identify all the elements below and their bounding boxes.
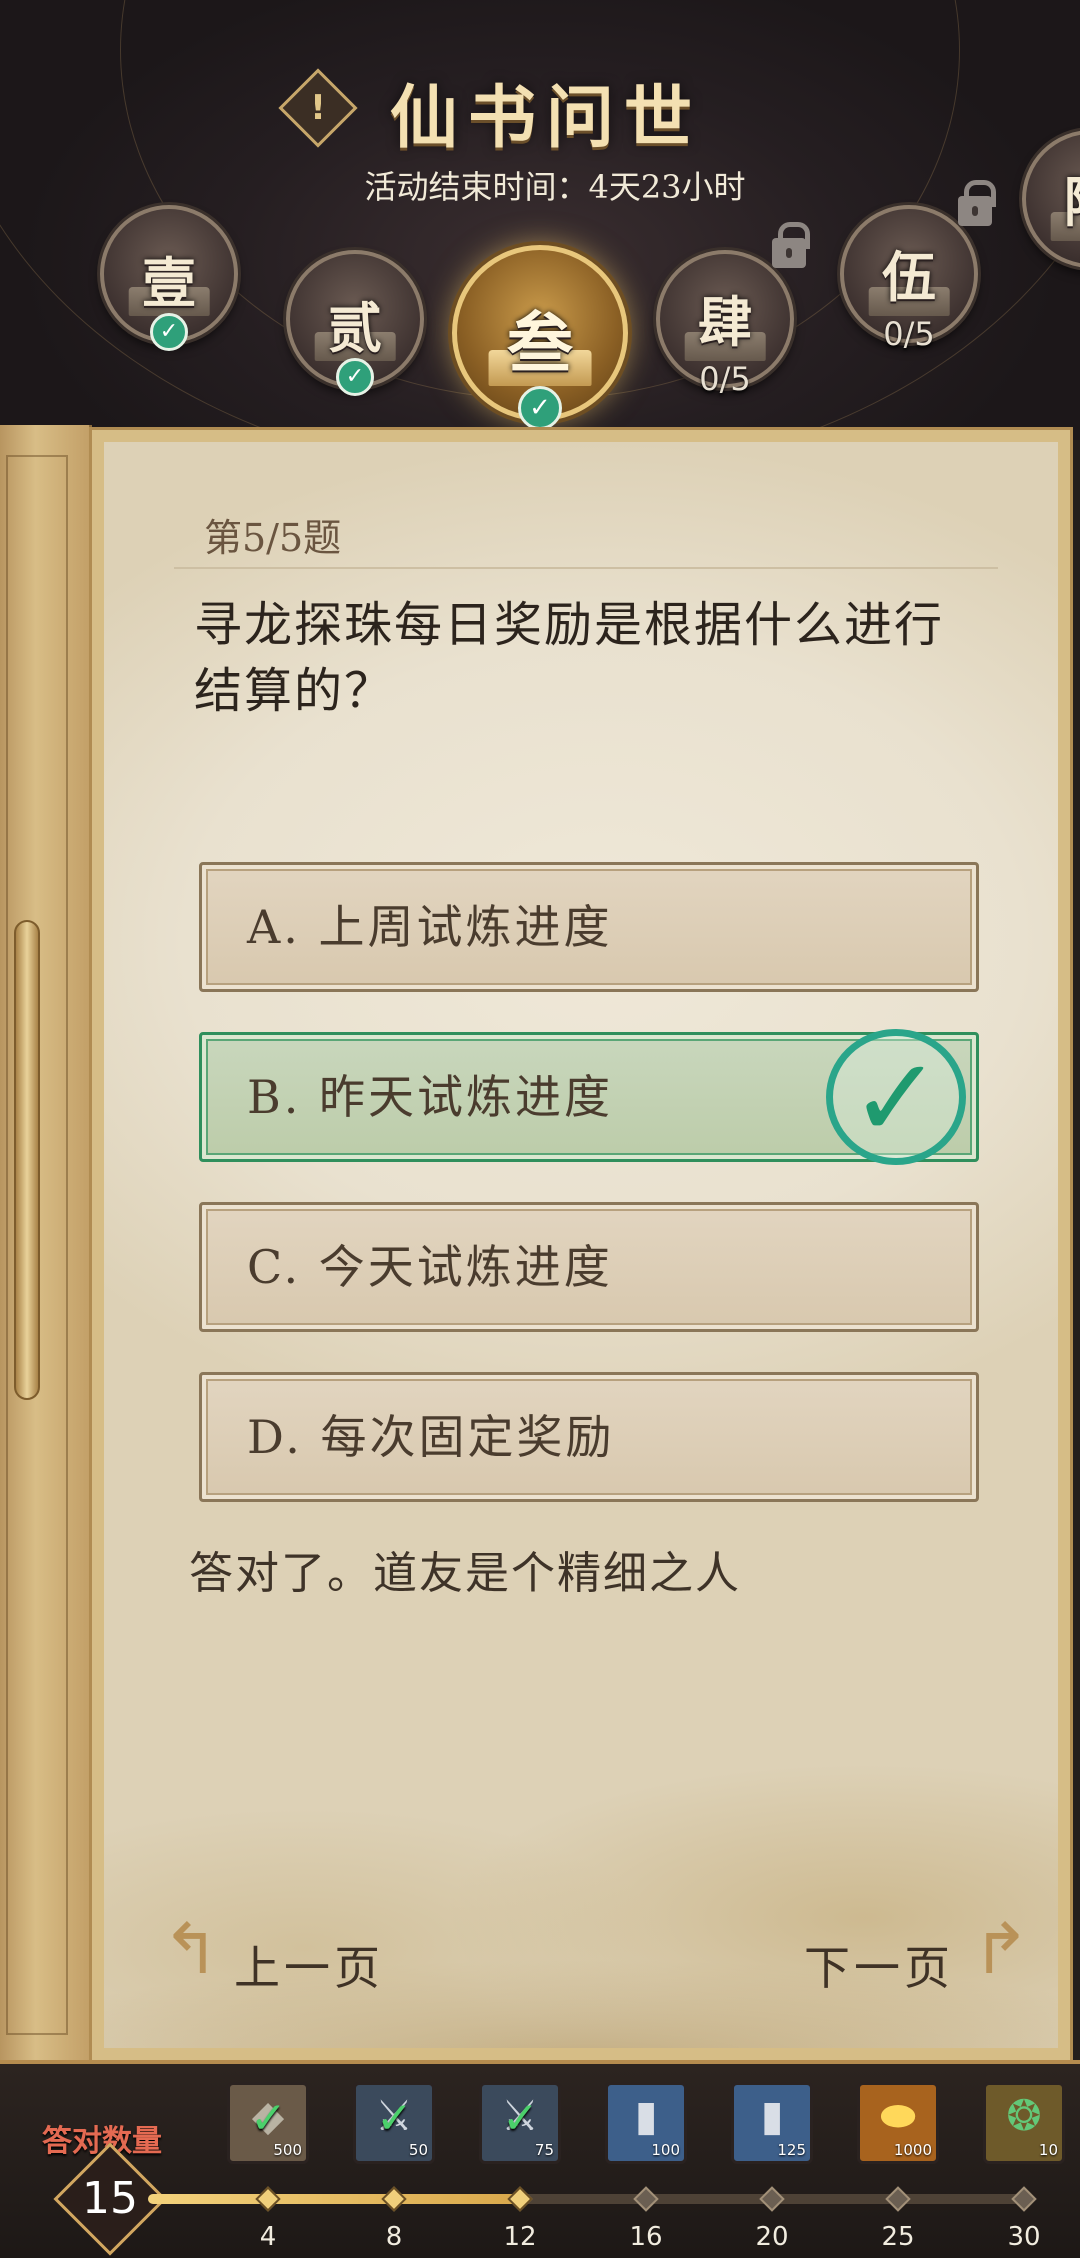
jade-dragon-icon: ❂ — [1006, 2091, 1042, 2140]
milestone-marker — [759, 2186, 785, 2212]
milestone-marker — [507, 2186, 533, 2212]
option-label: C. 今天试炼进度 — [247, 1240, 613, 1294]
reward-quantity: 1000 — [893, 2141, 932, 2159]
reward-item[interactable]: ◆ ✓ 500 — [227, 2082, 309, 2164]
lock-icon — [958, 180, 996, 226]
chapter-glyph: 肆 — [698, 290, 752, 354]
claimed-check-icon: ✓ — [376, 2093, 413, 2144]
milestone-marker — [885, 2186, 911, 2212]
reward-item[interactable]: ⚔ ✓ 50 — [353, 2082, 435, 2164]
reward-quantity: 50 — [408, 2141, 428, 2159]
chapter-glyph: 陆 — [1026, 158, 1080, 237]
option-d-button[interactable]: D. 每次固定奖励 — [199, 1372, 979, 1502]
option-a-button[interactable]: A. 上周试炼进度 — [199, 862, 979, 992]
chapter-3-button[interactable]: 叁 ✓ — [452, 245, 628, 430]
chapter-progress: 0 — [1026, 240, 1080, 278]
reward-progress-bar: 答对数量 15 4 8 12 16 20 25 30 ◆ ✓ 500 ⚔ ✓ 50 ⚔ ✓ 75 ▮ 100 ▮ 1… — [0, 2060, 1080, 2258]
claimed-check-icon: ✓ — [502, 2093, 539, 2144]
milestone-marker — [381, 2186, 407, 2212]
milestone-marker — [633, 2186, 659, 2212]
reward-item[interactable]: ⬬ 1000 — [857, 2082, 939, 2164]
reward-item[interactable]: ❂ 10 — [983, 2082, 1065, 2164]
check-icon: ✓ — [336, 358, 374, 396]
chapter-glyph: 壹 — [142, 251, 196, 315]
chapter-glyph: 叁 — [507, 304, 573, 382]
next-arrow-icon[interactable]: ↱ — [964, 1912, 1038, 1986]
chapter-progress: 0/5 — [883, 315, 935, 353]
reward-quantity: 75 — [534, 2141, 554, 2159]
chapter-1-button[interactable]: 壹 ✓ — [100, 205, 238, 351]
correct-check-icon: ✓ — [826, 1029, 966, 1165]
milestone-number: 20 — [755, 2222, 789, 2252]
event-timer: 活动结束时间：4天23小时 — [364, 168, 746, 206]
chapter-progress: 0/5 — [699, 360, 751, 398]
scroll-rail — [0, 425, 92, 2060]
divider — [174, 567, 998, 569]
option-label: A. 上周试炼进度 — [247, 900, 613, 954]
reward-quantity: 10 — [1038, 2141, 1058, 2159]
milestone-number: 30 — [1007, 2222, 1041, 2252]
milestone-marker — [255, 2186, 281, 2212]
chapter-2-button[interactable]: 贰 ✓ — [286, 250, 424, 396]
claimed-check-icon: ✓ — [250, 2093, 287, 2144]
option-b-button[interactable]: B. 昨天试炼进度 ✓ — [199, 1029, 979, 1165]
reward-quantity: 500 — [273, 2141, 302, 2159]
next-page-button[interactable]: 下一页 — [804, 1932, 954, 1998]
milestone-marker — [1011, 2186, 1037, 2212]
milestone-number: 12 — [503, 2222, 537, 2252]
reward-item[interactable]: ▮ 125 — [731, 2082, 813, 2164]
milestone-number: 25 — [881, 2222, 915, 2252]
option-c-button[interactable]: C. 今天试炼进度 — [199, 1202, 979, 1332]
scroll-thumb[interactable] — [14, 920, 40, 1400]
check-icon: ✓ — [518, 386, 562, 430]
reward-quantity: 100 — [651, 2141, 680, 2159]
milestone-number: 4 — [259, 2222, 277, 2252]
lock-icon — [772, 222, 810, 268]
option-label: D. 每次固定奖励 — [247, 1410, 615, 1464]
scroll-token-icon: ▮ — [760, 2091, 784, 2140]
progress-fill — [148, 2194, 527, 2204]
reward-quantity: 125 — [777, 2141, 806, 2159]
prev-page-button[interactable]: 上一页 — [234, 1932, 384, 1998]
chapter-glyph: 贰 — [328, 296, 382, 360]
reward-item[interactable]: ⚔ ✓ 75 — [479, 2082, 561, 2164]
option-label: B. 昨天试炼进度 — [247, 1070, 614, 1124]
gold-ingot-icon: ⬬ — [880, 2091, 916, 2140]
question-number: 第5/5题 — [204, 516, 342, 560]
milestone-number: 16 — [629, 2222, 663, 2252]
quiz-paper: 第5/5题 寻龙探珠每日奖励是根据什么进行结算的？ A. 上周试炼进度 B. 昨… — [89, 427, 1073, 2063]
milestone-number: 8 — [385, 2222, 403, 2252]
chapter-5-button[interactable]: 伍 0/5 — [840, 205, 978, 353]
question-text: 寻龙探珠每日奖励是根据什么进行结算的？ — [194, 597, 945, 719]
prev-arrow-icon[interactable]: ↰ — [154, 1912, 228, 1986]
reward-item[interactable]: ▮ 100 — [605, 2082, 687, 2164]
scroll-token-icon: ▮ — [634, 2091, 658, 2140]
answer-feedback: 答对了。道友是个精细之人 — [189, 1548, 741, 1599]
chapter-4-button[interactable]: 肆 0/5 — [656, 250, 794, 398]
check-icon: ✓ — [150, 313, 188, 351]
event-title: 仙书问世 — [390, 78, 703, 158]
chapter-glyph: 伍 — [882, 245, 936, 309]
event-header: ! 仙书问世 活动结束时间：4天23小时 壹 ✓ 贰 ✓ 叁 ✓ 肆 0/5 伍… — [0, 0, 1080, 440]
correct-count-value: 15 — [82, 2173, 138, 2224]
